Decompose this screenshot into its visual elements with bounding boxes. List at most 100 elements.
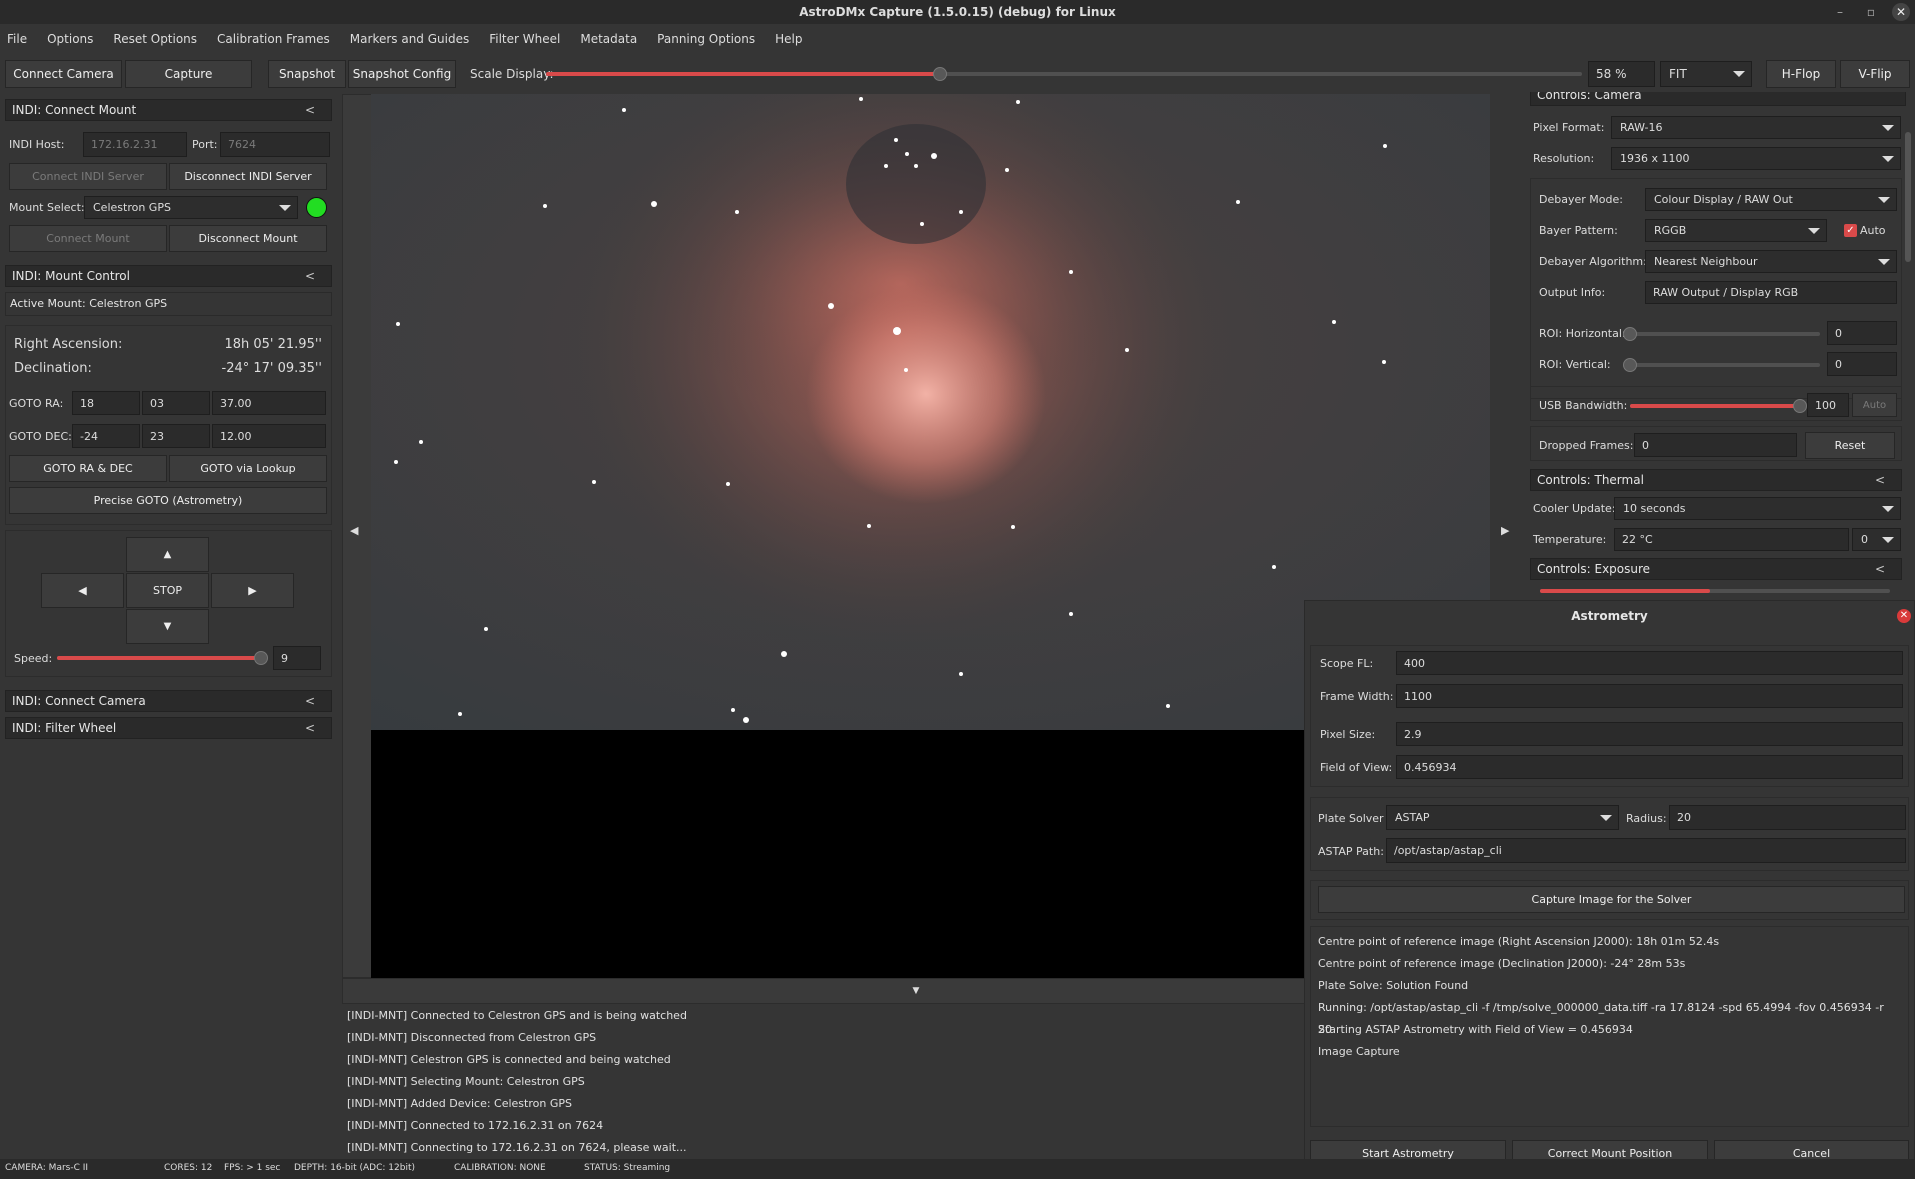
menu-help[interactable]: Help [775, 28, 802, 50]
menu-markers-guides[interactable]: Markers and Guides [350, 28, 469, 50]
roi-horizontal-slider[interactable] [1623, 327, 1820, 341]
goto-dec-seconds[interactable]: 12.00 [212, 424, 326, 448]
speed-slider[interactable] [57, 651, 268, 665]
menu-options[interactable]: Options [47, 28, 93, 50]
usb-bandwidth-value[interactable]: 100 [1807, 393, 1849, 417]
exposure-header[interactable]: Controls: Exposure < [1530, 558, 1902, 580]
connect-mount-header[interactable]: INDI: Connect Mount < [5, 99, 332, 121]
mount-select[interactable]: Celestron GPS [84, 196, 298, 219]
bayer-pattern-select[interactable]: RGGB [1645, 219, 1827, 242]
slew-right-button[interactable]: ▶ [211, 573, 294, 608]
precise-goto-button[interactable]: Precise GOTO (Astrometry) [9, 487, 327, 514]
collapse-icon[interactable]: < [305, 103, 315, 117]
h-flop-button[interactable]: H-Flop [1766, 60, 1836, 88]
scope-fl-field[interactable]: 400 [1396, 651, 1903, 675]
filter-wheel-header[interactable]: INDI: Filter Wheel < [5, 717, 332, 739]
menu-filter-wheel[interactable]: Filter Wheel [489, 28, 560, 50]
speed-handle[interactable] [254, 651, 268, 665]
usb-bandwidth-handle[interactable] [1793, 399, 1807, 413]
goto-dec-minutes[interactable]: 23 [142, 424, 210, 448]
bayer-pattern-value: RGGB [1654, 224, 1687, 237]
roi-horizontal-value[interactable]: 0 [1827, 321, 1897, 345]
roi-vertical-value[interactable]: 0 [1827, 352, 1897, 376]
debayer-algorithm-select[interactable]: Nearest Neighbour [1645, 250, 1897, 273]
collapse-icon[interactable]: < [305, 721, 315, 735]
scale-display-handle[interactable] [932, 67, 947, 81]
astap-path-field[interactable]: /opt/astap/astap_cli [1386, 838, 1906, 863]
radius-field[interactable]: 20 [1669, 805, 1906, 830]
frame-width-field[interactable]: 1100 [1396, 684, 1903, 708]
collapse-icon[interactable]: < [305, 694, 315, 708]
stop-button[interactable]: STOP [126, 573, 209, 608]
indi-host-label: INDI Host: [9, 138, 65, 151]
menu-file[interactable]: File [7, 28, 27, 50]
close-window-icon[interactable]: ✕ [1892, 3, 1910, 21]
output-line: Plate Solve: Solution Found [1318, 979, 1469, 992]
speed-value[interactable]: 9 [273, 646, 321, 670]
log-panel: [INDI-MNT] Connected to Celestron GPS an… [347, 1005, 1307, 1155]
pan-right-icon[interactable]: ▶ [1501, 524, 1509, 537]
goto-dec-degrees[interactable]: -24 [72, 424, 140, 448]
roi-vertical-handle[interactable] [1623, 358, 1637, 372]
usb-auto-button[interactable]: Auto [1852, 393, 1897, 417]
pixel-format-select[interactable]: RAW-16 [1611, 116, 1901, 139]
resolution-select[interactable]: 1936 x 1100 [1611, 147, 1901, 170]
zoom-value[interactable]: 58 % [1588, 61, 1655, 87]
usb-bandwidth-slider[interactable] [1630, 399, 1807, 413]
roi-horizontal-handle[interactable] [1623, 327, 1637, 341]
connect-indi-server-button[interactable]: Connect INDI Server [9, 163, 167, 190]
disconnect-indi-server-button[interactable]: Disconnect INDI Server [169, 163, 327, 190]
mount-control-header[interactable]: INDI: Mount Control < [5, 265, 332, 287]
dec-label: Declination: [14, 361, 92, 376]
goto-ra-hours[interactable]: 18 [72, 391, 140, 415]
collapse-icon[interactable]: < [1875, 473, 1885, 487]
menu-calibration-frames[interactable]: Calibration Frames [217, 28, 330, 50]
collapse-icon[interactable]: < [1875, 562, 1885, 576]
debayer-mode-select[interactable]: Colour Display / RAW Out [1645, 188, 1897, 211]
plate-solver-value: ASTAP [1395, 811, 1430, 824]
goto-lookup-button[interactable]: GOTO via Lookup [169, 455, 327, 482]
right-panel-scrollbar[interactable] [1905, 132, 1911, 262]
goto-ra-minutes[interactable]: 03 [142, 391, 210, 415]
pan-left-icon[interactable]: ◀ [350, 524, 358, 537]
slew-up-button[interactable]: ▲ [126, 537, 209, 572]
auto-checkbox[interactable]: ✓ [1844, 224, 1857, 237]
disconnect-mount-button[interactable]: Disconnect Mount [169, 225, 327, 252]
pixel-size-field[interactable]: 2.9 [1396, 722, 1903, 746]
capture-solver-button[interactable]: Capture Image for the Solver [1318, 886, 1905, 913]
capture-button[interactable]: Capture [125, 60, 252, 88]
cooler-update-select[interactable]: 10 seconds [1614, 497, 1901, 520]
snapshot-config-button[interactable]: Snapshot Config [348, 60, 456, 88]
v-flip-button[interactable]: V-Flip [1840, 60, 1910, 88]
reset-dropped-button[interactable]: Reset [1805, 432, 1895, 459]
minimize-icon[interactable]: – [1831, 3, 1849, 21]
dec-value: -24° 17' 09.35'' [221, 361, 322, 376]
port-field[interactable]: 7624 [220, 132, 330, 157]
roi-vertical-slider[interactable] [1623, 358, 1820, 372]
indi-host-field[interactable]: 172.16.2.31 [83, 132, 187, 157]
goto-ra-seconds[interactable]: 37.00 [212, 391, 326, 415]
connect-camera-header[interactable]: INDI: Connect Camera < [5, 690, 332, 712]
temperature-select[interactable]: 0 [1852, 528, 1901, 551]
window-title: AstroDMx Capture (1.5.0.15) (debug) for … [0, 0, 1915, 24]
collapse-icon[interactable]: < [305, 269, 315, 283]
slew-down-button[interactable]: ▼ [126, 609, 209, 644]
menu-metadata[interactable]: Metadata [580, 28, 637, 50]
goto-ra-dec-button[interactable]: GOTO RA & DEC [9, 455, 167, 482]
fit-select[interactable]: FIT [1660, 61, 1752, 87]
exposure-slider[interactable] [1540, 589, 1890, 593]
plate-solver-select[interactable]: ASTAP [1386, 805, 1619, 830]
menu-panning-options[interactable]: Panning Options [657, 28, 755, 50]
thermal-header[interactable]: Controls: Thermal < [1530, 469, 1902, 491]
connect-mount-button[interactable]: Connect Mount [9, 225, 167, 252]
menu-reset-options[interactable]: Reset Options [113, 28, 197, 50]
log-line: [INDI-MNT] Selecting Mount: Celestron GP… [347, 1075, 585, 1088]
connect-camera-button[interactable]: Connect Camera [5, 60, 122, 88]
maximize-icon[interactable]: ▫ [1862, 3, 1880, 21]
debayer-mode-label: Debayer Mode: [1539, 193, 1623, 206]
close-dialog-icon[interactable]: ✕ [1897, 609, 1911, 623]
slew-left-button[interactable]: ◀ [41, 573, 124, 608]
snapshot-button[interactable]: Snapshot [268, 60, 346, 88]
scale-display-slider[interactable] [546, 67, 1582, 81]
camera-controls-header[interactable]: Controls: Camera [1530, 92, 1906, 106]
